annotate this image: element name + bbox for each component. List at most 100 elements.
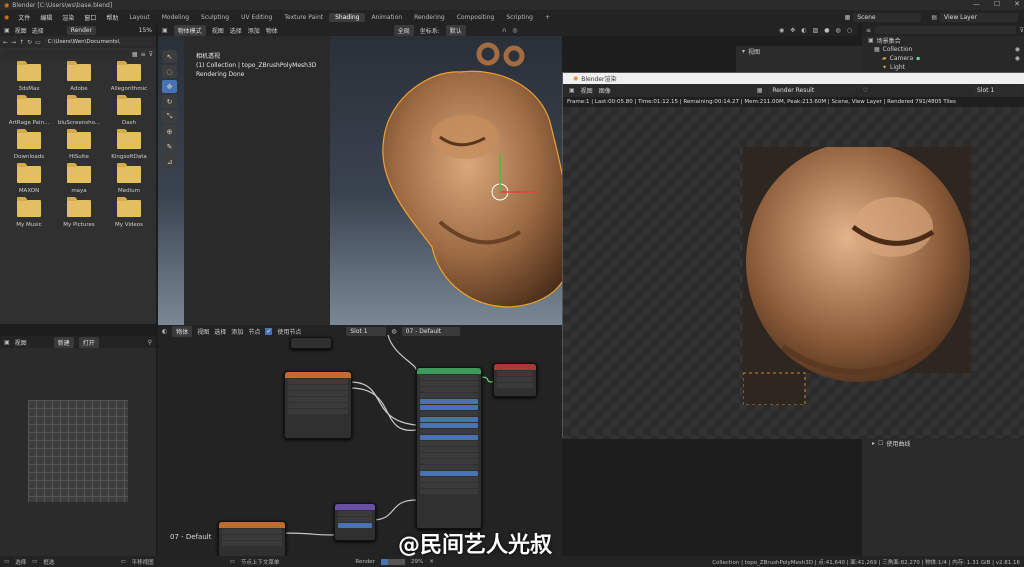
display-mode-icon[interactable]: ▦ bbox=[132, 51, 138, 58]
render-view-menu[interactable]: 视图 bbox=[581, 86, 593, 95]
view-layer-selector[interactable]: View Layer bbox=[940, 12, 1018, 22]
folder-item[interactable]: maya bbox=[56, 163, 102, 194]
3d-viewport[interactable]: 相机透视 (1) Collection | topo_ZBrushPolyMes… bbox=[158, 36, 562, 325]
eye-icon[interactable]: ◉ bbox=[1015, 46, 1020, 53]
tab-compositing[interactable]: Compositing bbox=[451, 13, 501, 22]
new-image-button[interactable]: 新建 bbox=[53, 336, 74, 348]
pin-icon[interactable]: ⚲ bbox=[148, 339, 152, 346]
image-name-field[interactable]: Render Result bbox=[768, 86, 857, 95]
tab-layout[interactable]: Layout bbox=[123, 13, 155, 22]
folder-item[interactable]: My Videos bbox=[106, 197, 152, 228]
render-button[interactable]: Render bbox=[66, 25, 97, 35]
eye-icon[interactable]: ◉ bbox=[1015, 55, 1020, 62]
add-workspace-button[interactable]: + bbox=[539, 13, 556, 22]
editor-type-icon[interactable]: ▣ bbox=[162, 27, 168, 34]
object-mode-dropdown[interactable]: 物体模式 bbox=[173, 24, 206, 36]
magnet-icon[interactable]: ∩ bbox=[502, 27, 506, 34]
folder-item[interactable]: My Music bbox=[6, 197, 52, 228]
folder-item[interactable]: bluScreensho... bbox=[56, 95, 102, 126]
editor-type-icon[interactable]: ≡ bbox=[866, 27, 871, 34]
folder-item[interactable]: Allegorithmic bbox=[106, 61, 152, 92]
new-folder-icon[interactable]: ▭ bbox=[35, 39, 41, 46]
image-view-menu[interactable]: 视图 bbox=[15, 338, 27, 347]
cancel-render-icon[interactable]: ✕ bbox=[429, 559, 434, 565]
close-button[interactable]: ✕ bbox=[1014, 0, 1020, 10]
move-tool-icon[interactable]: ✥ bbox=[162, 80, 177, 93]
tab-scripting[interactable]: Scripting bbox=[500, 13, 539, 22]
collection-label[interactable]: Collection bbox=[883, 46, 913, 53]
folder-item[interactable]: Adobe bbox=[56, 61, 102, 92]
outliner-search-input[interactable] bbox=[875, 26, 1016, 34]
fake-user-icon[interactable]: ♡ bbox=[862, 87, 867, 94]
viewport-view-menu[interactable]: 视图 bbox=[212, 26, 224, 35]
overlay-icon[interactable]: ◐ bbox=[801, 27, 806, 34]
principled-bsdf-node[interactable] bbox=[416, 367, 482, 529]
tab-rendering[interactable]: Rendering bbox=[408, 13, 451, 22]
transform-tool-icon[interactable]: ⊕ bbox=[162, 125, 177, 138]
camera-label[interactable]: Camera bbox=[890, 55, 914, 62]
pivot-label[interactable]: 坐标系: bbox=[420, 26, 440, 35]
folder-item[interactable]: KingsoftData bbox=[106, 129, 152, 160]
visibility-icon[interactable]: ◉ bbox=[779, 27, 784, 34]
folder-item[interactable]: Medium bbox=[106, 163, 152, 194]
image-texture-node[interactable] bbox=[284, 371, 352, 439]
folder-item[interactable]: HiSuite bbox=[56, 129, 102, 160]
image-browse-icon[interactable]: ▦ bbox=[757, 87, 763, 94]
normal-map-node[interactable] bbox=[334, 503, 376, 541]
maximize-button[interactable]: ☐ bbox=[994, 0, 1000, 10]
viewport-add-menu[interactable]: 添加 bbox=[248, 26, 260, 35]
render-slot-dropdown[interactable]: Slot 1 bbox=[973, 86, 1021, 95]
chevron-down-icon[interactable]: ▾ bbox=[742, 48, 745, 55]
menu-edit[interactable]: 编辑 bbox=[35, 13, 57, 22]
solid-shading-icon[interactable]: ● bbox=[824, 27, 829, 34]
render-canvas[interactable] bbox=[563, 107, 1024, 439]
editor-type-icon[interactable]: ▣ bbox=[4, 27, 10, 34]
scene-collection-label[interactable]: 场景集合 bbox=[877, 36, 901, 45]
folder-item[interactable]: ArtRage Pain... bbox=[6, 95, 52, 126]
filter-icon[interactable]: ⊽ bbox=[1020, 27, 1024, 34]
material-shading-icon[interactable]: ◍ bbox=[836, 27, 841, 34]
back-arrow-icon[interactable]: ← bbox=[3, 39, 8, 46]
menu-render[interactable]: 渲染 bbox=[57, 13, 79, 22]
frame-node[interactable] bbox=[290, 337, 332, 349]
tab-uv-editing[interactable]: UV Editing bbox=[235, 13, 278, 22]
sidebar-view-label[interactable]: 视图 bbox=[748, 47, 760, 56]
snap-dropdown[interactable]: 默认 bbox=[445, 24, 466, 36]
xray-icon[interactable]: ▨ bbox=[813, 27, 819, 34]
menu-file[interactable]: 文件 bbox=[13, 13, 35, 22]
image-texture-node-2[interactable] bbox=[218, 521, 286, 557]
minimize-button[interactable]: — bbox=[973, 0, 980, 10]
rotate-tool-icon[interactable]: ↻ bbox=[162, 95, 177, 108]
file-browser-view-menu[interactable]: 视图 bbox=[15, 26, 27, 35]
viewport-object-menu[interactable]: 物体 bbox=[266, 26, 278, 35]
tab-shading[interactable]: Shading bbox=[329, 12, 366, 22]
rendered-shading-icon[interactable]: ○ bbox=[847, 27, 852, 34]
chevron-right-icon[interactable]: ▸ bbox=[872, 440, 875, 447]
tab-sculpting[interactable]: Sculpting bbox=[195, 13, 235, 22]
use-curve-label[interactable]: 使用曲线 bbox=[886, 439, 910, 448]
folder-item[interactable]: 3dsMax bbox=[6, 61, 52, 92]
scale-tool-icon[interactable]: ⤡ bbox=[162, 110, 177, 123]
parent-dir-icon[interactable]: ↑ bbox=[19, 39, 24, 46]
shader-node-editor[interactable]: ◐ 物体 视图 选择 添加 节点 ✓ 使用节点 Slot 1 ◍ 07 - De… bbox=[158, 325, 562, 557]
select-tool-icon[interactable]: ↖ bbox=[162, 50, 177, 63]
cursor-tool-icon[interactable]: ◌ bbox=[162, 65, 177, 78]
scene-selector[interactable]: Scene bbox=[853, 12, 922, 22]
tab-modeling[interactable]: Modeling bbox=[156, 13, 195, 22]
orientation-dropdown[interactable]: 全局 bbox=[393, 24, 414, 36]
menu-window[interactable]: 窗口 bbox=[79, 13, 101, 22]
material-output-node[interactable] bbox=[493, 363, 537, 397]
menu-help[interactable]: 帮助 bbox=[101, 13, 123, 22]
light-label[interactable]: Light bbox=[890, 64, 905, 71]
measure-tool-icon[interactable]: ⊿ bbox=[162, 155, 177, 168]
annotate-tool-icon[interactable]: ✎ bbox=[162, 140, 177, 153]
path-field[interactable]: C:\Users\Wen\Documents\ bbox=[43, 38, 153, 46]
refresh-icon[interactable]: ↻ bbox=[27, 39, 32, 46]
tab-animation[interactable]: Animation bbox=[365, 13, 408, 22]
folder-item[interactable]: MAXON bbox=[6, 163, 52, 194]
render-image-menu[interactable]: 图像 bbox=[599, 86, 611, 95]
search-input[interactable] bbox=[3, 49, 129, 59]
blender-menu-icon[interactable]: ◉ bbox=[0, 14, 13, 21]
proportional-edit-icon[interactable]: ◎ bbox=[512, 27, 517, 34]
editor-type-icon[interactable]: ▣ bbox=[569, 87, 575, 94]
